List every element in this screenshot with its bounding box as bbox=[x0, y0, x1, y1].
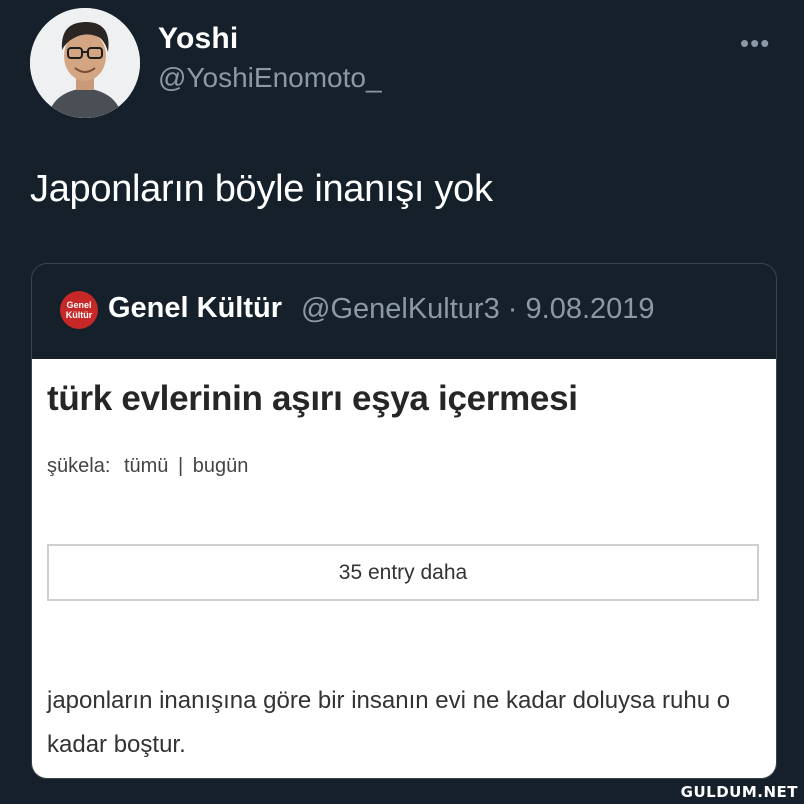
quoted-handle[interactable]: @GenelKultur3 bbox=[301, 293, 500, 325]
sukela-filter: şükela: tümü | bugün bbox=[47, 455, 248, 478]
quoted-date[interactable]: 9.08.2019 bbox=[526, 293, 655, 325]
user-handle[interactable]: @YoshiEnomoto_ bbox=[158, 62, 382, 94]
sukela-all-link: tümü bbox=[123, 455, 169, 477]
quoted-tweet-image[interactable]: türk evlerinin aşırı eşya içermesi şükel… bbox=[32, 359, 776, 778]
quoted-tweet-header: Genel Kültür Genel Kültür @GenelKultur3 … bbox=[32, 264, 776, 359]
avatar-photo bbox=[30, 8, 140, 118]
entry-text: japonların inanışına göre bir insanın ev… bbox=[47, 687, 731, 758]
quoted-meta: @GenelKultur3 · 9.08.2019 bbox=[301, 293, 655, 326]
sukela-label: şükela: bbox=[47, 455, 111, 477]
sukela-separator: | bbox=[177, 455, 184, 477]
topic-title: türk evlerinin aşırı eşya içermesi bbox=[47, 379, 578, 418]
display-name[interactable]: Yoshi bbox=[158, 22, 238, 56]
quoted-tweet-avatar[interactable]: Genel Kültür bbox=[60, 291, 98, 329]
tweet-text: Japonların böyle inanışı yok bbox=[30, 168, 493, 210]
watermark: GULDUM.NET bbox=[680, 783, 798, 801]
logo-text-line1: Genel bbox=[66, 300, 92, 310]
meta-separator: · bbox=[507, 293, 518, 325]
quoted-display-name[interactable]: Genel Kültür bbox=[108, 292, 282, 325]
logo-text-line2: Kültür bbox=[65, 310, 93, 320]
more-entries-button: 35 entry daha bbox=[47, 544, 759, 601]
sukela-today-link: bugün bbox=[192, 455, 249, 477]
avatar[interactable] bbox=[30, 8, 140, 118]
more-horizontal-icon[interactable]: ••• bbox=[740, 28, 770, 59]
quoted-tweet-card[interactable]: Genel Kültür Genel Kültür @GenelKultur3 … bbox=[31, 263, 777, 779]
